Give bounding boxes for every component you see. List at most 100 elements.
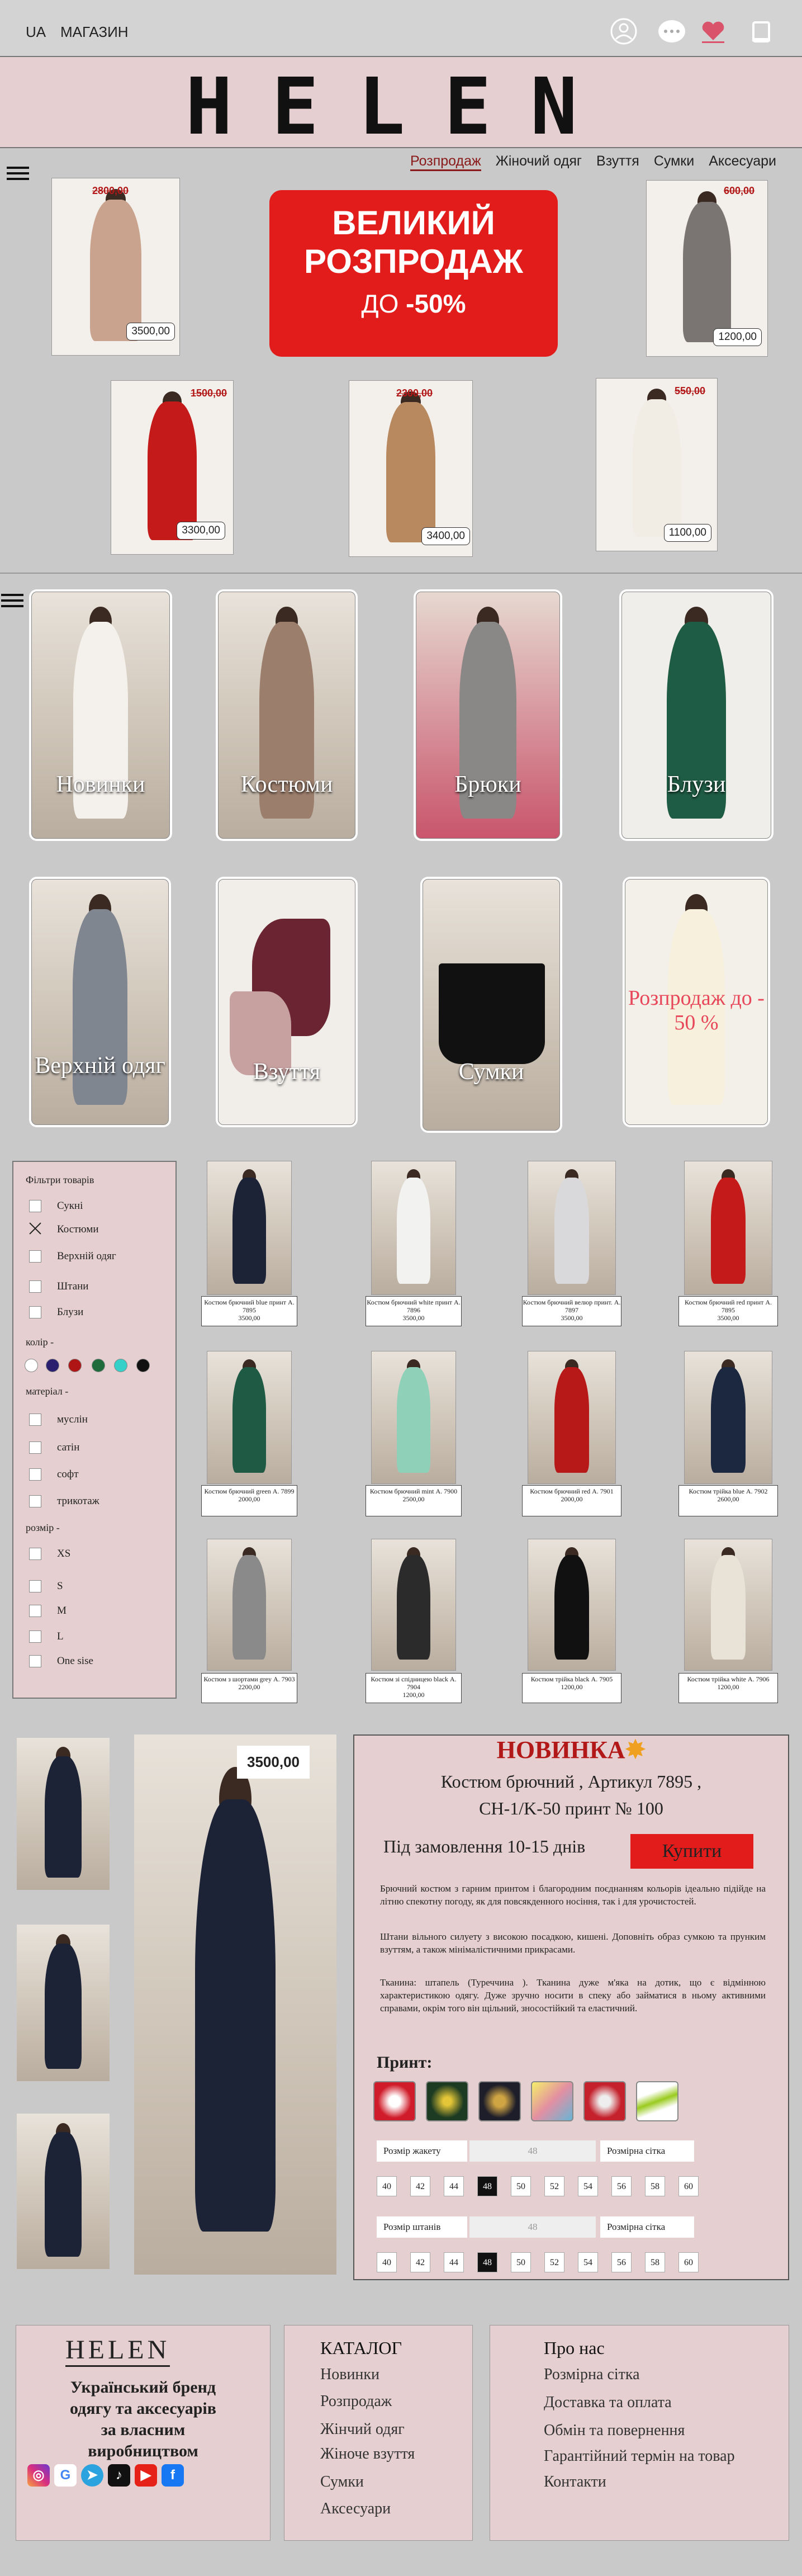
- filter-checkbox-s[interactable]: [29, 1580, 41, 1592]
- product-image[interactable]: [207, 1539, 292, 1671]
- size-option[interactable]: 40: [377, 2176, 397, 2196]
- chat-icon[interactable]: [657, 17, 686, 46]
- size-option[interactable]: 60: [678, 2176, 699, 2196]
- color-swatch-white[interactable]: [25, 1359, 38, 1372]
- catalog-link-sale[interactable]: Розпродаж: [320, 2393, 392, 2410]
- heart-icon[interactable]: [699, 17, 728, 46]
- catalog-link-clothing[interactable]: Жінчий одяг: [320, 2421, 405, 2438]
- filter-checkbox-blouses[interactable]: [29, 1306, 41, 1318]
- size-option[interactable]: 52: [544, 2252, 564, 2272]
- color-swatch-navy[interactable]: [46, 1359, 59, 1372]
- tiktok-icon[interactable]: ♪: [108, 2464, 130, 2487]
- category-suits[interactable]: Костюми: [218, 592, 355, 839]
- product-thumbnail[interactable]: [17, 1738, 110, 1890]
- product-image[interactable]: [528, 1539, 616, 1671]
- size-option[interactable]: 44: [444, 2252, 464, 2272]
- category-sale[interactable]: Розпродаж до - 50 %: [625, 879, 768, 1125]
- print-swatch[interactable]: [373, 2081, 416, 2121]
- size-option[interactable]: 56: [611, 2176, 632, 2196]
- product-image[interactable]: [684, 1539, 772, 1671]
- product-thumbnail[interactable]: [17, 2114, 110, 2269]
- filter-checkbox-satin[interactable]: [29, 1441, 41, 1454]
- about-link-size-chart[interactable]: Розмірна сітка: [544, 2366, 640, 2384]
- menu-icon[interactable]: [7, 167, 29, 182]
- shop-link[interactable]: МАГАЗИН: [60, 23, 129, 41]
- cart-icon[interactable]: [747, 17, 776, 46]
- about-link-delivery[interactable]: Доставка та оплата: [544, 2394, 672, 2412]
- catalog-link-bags[interactable]: Сумки: [320, 2473, 364, 2491]
- size-option[interactable]: 52: [544, 2176, 564, 2196]
- product-caption[interactable]: Костюм брючний red А. 7901 2000,00: [522, 1485, 621, 1516]
- size-option[interactable]: 60: [678, 2252, 699, 2272]
- filter-checkbox-suits[interactable]: [29, 1222, 41, 1235]
- category-bags[interactable]: Сумки: [423, 879, 560, 1131]
- nav-womens-clothing[interactable]: Жіночий одяг: [496, 153, 582, 171]
- color-swatch-green[interactable]: [92, 1359, 105, 1372]
- size-option[interactable]: 42: [410, 2252, 430, 2272]
- size-chart-link[interactable]: Розмірна сітка: [600, 2216, 694, 2238]
- product-caption[interactable]: Костюм зі спідницею black А. 7904 1200,00: [366, 1673, 462, 1703]
- size-option[interactable]: 56: [611, 2252, 632, 2272]
- menu-icon[interactable]: [1, 594, 23, 609]
- nav-accessories[interactable]: Аксесуари: [709, 153, 776, 171]
- nav-bags[interactable]: Сумки: [654, 153, 694, 171]
- product-caption[interactable]: Костюм брючний green А. 7899 2000,00: [201, 1485, 297, 1516]
- size-option[interactable]: 54: [578, 2252, 598, 2272]
- product-image[interactable]: [371, 1351, 456, 1484]
- size-option[interactable]: 58: [645, 2176, 665, 2196]
- filter-checkbox-pants[interactable]: [29, 1280, 41, 1293]
- product-caption[interactable]: Костюм брючний велюр принт. А. 7897 3500,…: [522, 1296, 621, 1326]
- product-caption[interactable]: Костюм з шортами grey А. 7903 2200,00: [201, 1673, 297, 1703]
- category-outerwear[interactable]: Верхній одяг: [31, 879, 169, 1125]
- size-option[interactable]: 40: [377, 2252, 397, 2272]
- print-swatch[interactable]: [426, 2081, 468, 2121]
- telegram-icon[interactable]: ➤: [81, 2464, 103, 2487]
- product-main-image[interactable]: 3500,00: [134, 1734, 336, 2275]
- product-caption[interactable]: Костюм брючний mint А. 7900 2500,00: [366, 1485, 462, 1516]
- category-shoes[interactable]: Взуття: [218, 879, 355, 1125]
- print-swatch[interactable]: [478, 2081, 521, 2121]
- category-new[interactable]: Новинки: [31, 592, 170, 839]
- about-link-warranty[interactable]: Гарантійний термін на товар: [544, 2447, 735, 2465]
- product-image[interactable]: [684, 1161, 772, 1295]
- filter-checkbox-l[interactable]: [29, 1630, 41, 1643]
- about-link-contacts[interactable]: Контакти: [544, 2473, 606, 2491]
- size-option[interactable]: 54: [578, 2176, 598, 2196]
- product-caption[interactable]: Костюм трійка white А. 7906 1200,00: [678, 1673, 778, 1703]
- product-image[interactable]: [371, 1539, 456, 1671]
- youtube-icon[interactable]: ▶: [135, 2464, 157, 2487]
- catalog-link-accessories[interactable]: Аксесуари: [320, 2500, 391, 2518]
- print-swatch[interactable]: [636, 2081, 678, 2121]
- product-caption[interactable]: Костюм брючний blue принт А. 7895 3500,00: [201, 1296, 297, 1326]
- category-trousers[interactable]: Брюки: [416, 592, 560, 839]
- product-image[interactable]: [371, 1161, 456, 1295]
- size-option[interactable]: 42: [410, 2176, 430, 2196]
- sale-banner[interactable]: ВЕЛИКИЙ РОЗПРОДАЖ ДО -50%: [269, 190, 558, 357]
- product-image[interactable]: [207, 1161, 292, 1295]
- color-swatch-black[interactable]: [136, 1359, 150, 1372]
- size-option[interactable]: 48: [477, 2252, 497, 2272]
- filter-checkbox-knit[interactable]: [29, 1495, 41, 1507]
- facebook-icon[interactable]: f: [162, 2464, 184, 2487]
- brand-logo[interactable]: HELEN: [0, 62, 802, 153]
- nav-shoes[interactable]: Взуття: [596, 153, 639, 171]
- footer-logo[interactable]: HELEN: [65, 2334, 170, 2367]
- user-icon[interactable]: [609, 17, 638, 46]
- pants-size-field[interactable]: 48: [469, 2216, 596, 2238]
- filter-checkbox-muslin[interactable]: [29, 1414, 41, 1426]
- filter-checkbox-one-size[interactable]: [29, 1655, 41, 1667]
- jacket-size-field[interactable]: 48: [469, 2140, 596, 2162]
- product-caption[interactable]: Костюм брючний white принт А. 7896 3500,0…: [366, 1296, 462, 1326]
- color-swatch-turquoise[interactable]: [114, 1359, 127, 1372]
- filter-checkbox-dresses[interactable]: [29, 1200, 41, 1212]
- product-thumbnail[interactable]: [17, 1925, 110, 2081]
- buy-button[interactable]: Купити: [630, 1834, 753, 1869]
- language-switch[interactable]: UA: [26, 23, 46, 41]
- color-swatch-red[interactable]: [68, 1359, 82, 1372]
- sale-item-card[interactable]: 2800,00 3500,00: [51, 178, 180, 356]
- product-caption[interactable]: Костюм брючний red принт А. 7895 3500,00: [678, 1296, 778, 1326]
- product-image[interactable]: [528, 1161, 616, 1295]
- nav-sale[interactable]: Розпродаж: [410, 153, 481, 171]
- catalog-link-shoes[interactable]: Жіноче взуття: [320, 2445, 415, 2463]
- product-image[interactable]: [528, 1351, 616, 1484]
